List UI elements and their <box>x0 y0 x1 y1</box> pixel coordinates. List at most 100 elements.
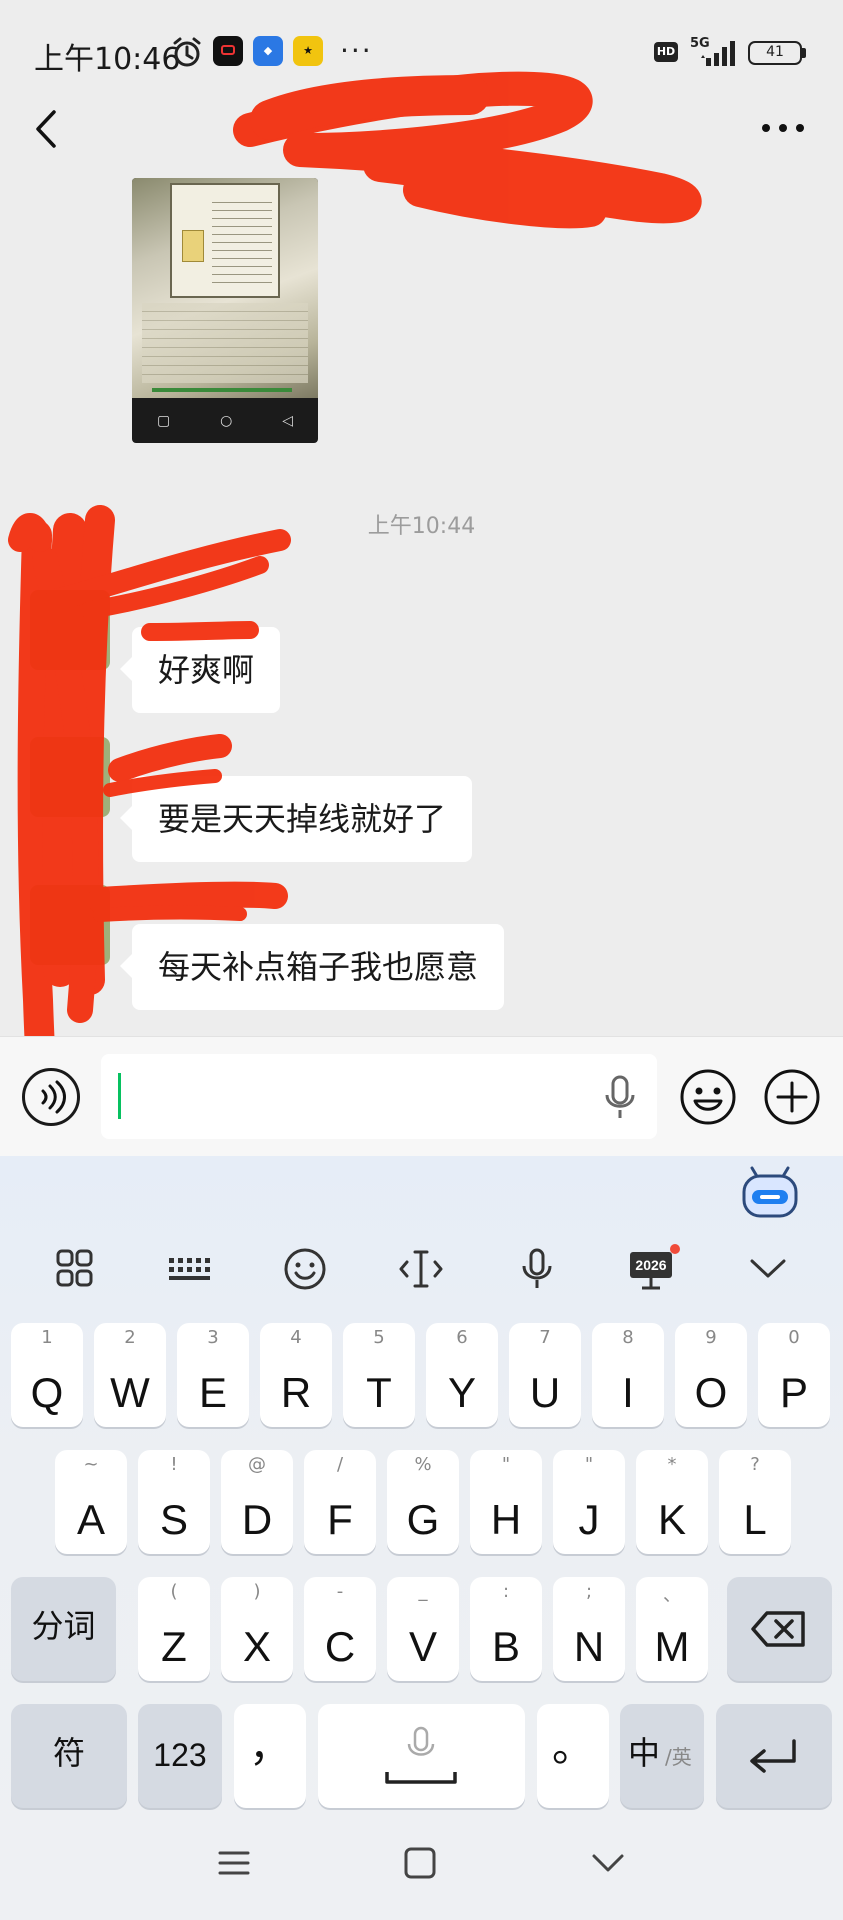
message-input[interactable] <box>101 1054 657 1139</box>
key-label: W <box>110 1369 150 1416</box>
key-sub-label: /英 <box>665 1745 692 1769</box>
key-sub-label: ; <box>585 1581 593 1602</box>
key-sub-label: 3 <box>207 1327 219 1348</box>
battery-tip <box>802 48 806 58</box>
key-e[interactable]: 3E <box>177 1323 249 1427</box>
key-sub-label: @ <box>248 1454 266 1475</box>
key-x[interactable]: ) X <box>221 1577 293 1681</box>
numbers-key[interactable]: 123 <box>138 1704 222 1808</box>
key-n[interactable]: ; N <box>553 1577 625 1681</box>
smiley-icon[interactable] <box>679 1068 737 1126</box>
key-j[interactable]: " J <box>553 1450 625 1554</box>
key-s[interactable]: ! S <box>138 1450 210 1554</box>
space-key[interactable] <box>318 1704 525 1808</box>
enter-key[interactable] <box>716 1704 832 1808</box>
ellipsis-icon[interactable] <box>758 118 808 138</box>
key-z[interactable]: (Z <box>138 1577 210 1681</box>
backspace-key[interactable] <box>727 1577 832 1681</box>
key-label: Y <box>447 1369 476 1416</box>
key-b[interactable]: :B <box>470 1577 542 1681</box>
key-g[interactable]: % G <box>387 1450 459 1554</box>
key-sub-label: : <box>502 1581 510 1602</box>
key-label: V <box>408 1623 437 1670</box>
back-chevron-icon[interactable] <box>590 1850 626 1876</box>
key-d[interactable]: @ D <box>221 1450 293 1554</box>
key-v[interactable]: _ V <box>387 1577 459 1681</box>
key-sub-label: ( <box>170 1581 178 1602</box>
voice-wave-icon[interactable] <box>22 1068 80 1126</box>
status-more-icon: ··· <box>340 34 373 67</box>
battery-indicator: 41 <box>748 41 802 65</box>
cursor-icon[interactable] <box>393 1244 449 1294</box>
assistant-robot-icon[interactable] <box>740 1164 800 1220</box>
key-label: U <box>529 1369 561 1416</box>
key-label: D <box>241 1496 273 1543</box>
key-k[interactable]: * K <box>636 1450 708 1554</box>
key-sub-label: 0 <box>788 1327 800 1348</box>
key-sub-label: 6 <box>456 1327 468 1348</box>
key-h[interactable]: " H <box>470 1450 542 1554</box>
avatar[interactable] <box>30 885 110 965</box>
2026-icon[interactable]: 2026 <box>624 1244 680 1294</box>
emoji-icon[interactable] <box>277 1244 333 1294</box>
comma-key[interactable]: ， <box>234 1704 306 1808</box>
mic-icon[interactable] <box>509 1244 565 1294</box>
language-switch-key[interactable]: 中 /英 <box>620 1704 704 1808</box>
key-w[interactable]: 2W <box>94 1323 166 1427</box>
key-label: N <box>573 1623 605 1670</box>
symbols-key[interactable]: 符 <box>11 1704 127 1808</box>
plus-circle-icon[interactable] <box>763 1068 821 1126</box>
avatar[interactable] <box>30 590 110 670</box>
key-m[interactable]: 、 M <box>636 1577 708 1681</box>
key-label: X <box>242 1623 271 1670</box>
thumbnail-nav-row: ▢ ○ ◁ <box>132 398 318 443</box>
menu-icon[interactable] <box>216 1848 252 1878</box>
key-q[interactable]: 1Q <box>11 1323 83 1427</box>
key-f[interactable]: / F <box>304 1450 376 1554</box>
chevron-left-icon[interactable] <box>30 108 60 150</box>
key-u[interactable]: 7U <box>509 1323 581 1427</box>
key-sub-label: " <box>501 1454 511 1475</box>
key-sub-label: / <box>336 1454 344 1475</box>
key-sub-label: _ <box>418 1581 428 1602</box>
chevron-down-icon[interactable] <box>740 1244 796 1294</box>
message-bubble[interactable]: 要是天天掉线就好了 <box>119 776 473 862</box>
key-label: O <box>694 1369 728 1416</box>
message-bubble[interactable]: 每天补点箱子我也愿意 <box>119 924 505 1010</box>
key-i[interactable]: 8I <box>592 1323 664 1427</box>
key-sub-label: 8 <box>622 1327 634 1348</box>
keyboard-layout-icon[interactable] <box>161 1244 217 1294</box>
backspace-icon <box>751 1611 805 1647</box>
key-label: 。 <box>551 1723 594 1770</box>
key-label: Q <box>30 1369 64 1416</box>
key-label: A <box>76 1496 105 1543</box>
key-label: L <box>743 1496 767 1543</box>
thumb-square-icon: ▢ <box>156 412 171 429</box>
thumb-back-icon: ◁ <box>282 412 294 429</box>
key-label: T <box>366 1369 392 1416</box>
key-y[interactable]: 6Y <box>426 1323 498 1427</box>
fenci-key[interactable]: 分词 <box>11 1577 116 1681</box>
key-o[interactable]: 9O <box>675 1323 747 1427</box>
avatar[interactable] <box>30 737 110 817</box>
message-bubble[interactable]: 好爽啊 <box>119 627 281 713</box>
key-sub-label: * <box>667 1454 677 1475</box>
key-sub-label: 1 <box>41 1327 53 1348</box>
key-r[interactable]: 4R <box>260 1323 332 1427</box>
mic-icon[interactable] <box>600 1074 640 1120</box>
apps-grid-icon[interactable] <box>46 1244 102 1294</box>
video-app-icon <box>213 36 243 66</box>
home-icon[interactable] <box>402 1846 438 1880</box>
key-p[interactable]: 0P <box>758 1323 830 1427</box>
hd-badge: HD <box>654 42 678 62</box>
text-caret <box>118 1073 121 1119</box>
key-t[interactable]: 5T <box>343 1323 415 1427</box>
key-l[interactable]: ? L <box>719 1450 791 1554</box>
period-key[interactable]: 。 <box>537 1704 609 1808</box>
key-label: 分词 <box>31 1608 96 1644</box>
key-a[interactable]: ~ A <box>55 1450 127 1554</box>
signal-icon <box>701 41 735 66</box>
shared-image[interactable]: ▢ ○ ◁ <box>132 178 318 443</box>
key-c[interactable]: -C <box>304 1577 376 1681</box>
2026-label: 2026 <box>635 1257 667 1273</box>
